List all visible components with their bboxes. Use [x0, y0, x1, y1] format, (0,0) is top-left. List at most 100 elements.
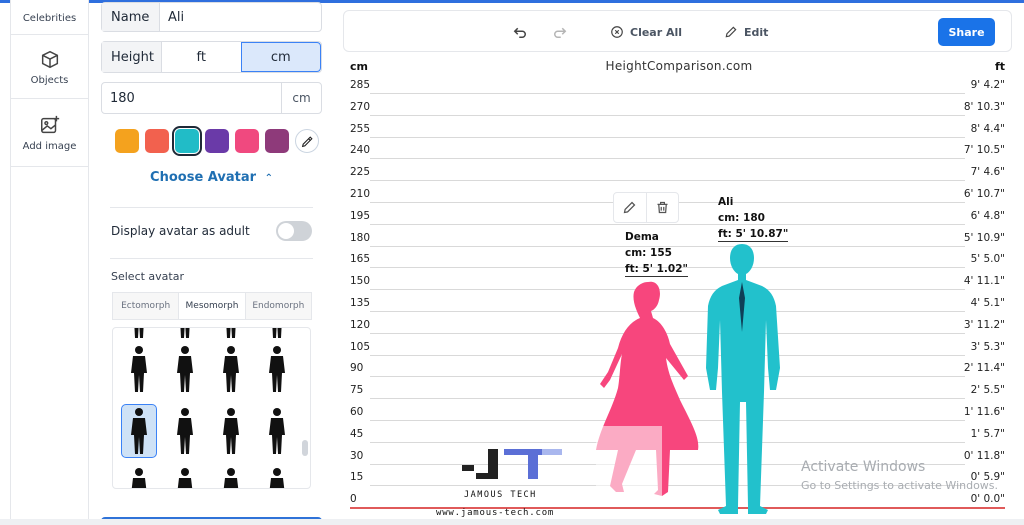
cm-tick-label: 0 [350, 493, 357, 506]
ft-tick-label: 5' 5.0" [970, 253, 1005, 266]
tab-ectomorph[interactable]: Ectomorph [113, 293, 178, 319]
choose-avatar-toggle[interactable]: Choose Avatar ⌃ [101, 170, 322, 185]
height-gridline [370, 114, 965, 116]
trash-icon [657, 201, 668, 214]
left-unit-header: cm [350, 60, 368, 73]
avatar-option[interactable] [121, 464, 157, 488]
ft-tick-label: 5' 10.9" [963, 231, 1005, 244]
height-unit-label: cm [281, 83, 321, 113]
height-gridline [370, 223, 965, 225]
pencil-icon [725, 26, 737, 38]
cm-tick-label: 285 [350, 79, 371, 91]
nav-celebrities[interactable]: Celebrities [11, 0, 88, 35]
avatar-grid-scrollbar[interactable] [302, 440, 308, 456]
edit-button[interactable]: Edit [724, 25, 768, 39]
color-swatch[interactable] [235, 129, 259, 153]
avatar-silhouette-icon [223, 468, 239, 488]
tab-endomorph[interactable]: Endomorph [246, 293, 311, 319]
clear-all-button[interactable]: Clear All [610, 25, 682, 39]
cm-tick-label: 180 [350, 231, 371, 244]
avatar-option[interactable] [259, 464, 295, 488]
height-gridline [370, 93, 965, 94]
avatar-option[interactable] [213, 464, 249, 488]
avatar-option[interactable] [121, 404, 157, 458]
cm-tick-label: 240 [350, 144, 371, 157]
avatar-option[interactable] [167, 328, 203, 342]
color-swatch[interactable] [205, 129, 229, 153]
cm-tick-label: 120 [350, 318, 371, 331]
color-swatch[interactable] [115, 129, 139, 153]
side-nav: Celebrities Objects Add image [10, 0, 89, 525]
cube-icon [41, 50, 58, 68]
height-gridline [370, 136, 965, 138]
name-input[interactable]: Ali [160, 3, 321, 31]
pencil-icon [623, 201, 636, 214]
height-value-row: 180 cm [101, 82, 322, 114]
ft-tick-label: 2' 5.5" [970, 384, 1005, 397]
ft-tick-label: 0' 11.8" [963, 449, 1005, 462]
avatar-option[interactable] [167, 404, 203, 458]
cm-tick-label: 150 [350, 275, 371, 288]
ali-silhouette [706, 244, 780, 514]
nav-objects-label: Objects [30, 74, 69, 86]
eyedropper-icon [301, 135, 313, 147]
display-adult-label: Display avatar as adult [111, 224, 250, 238]
cm-tick-label: 75 [350, 384, 364, 397]
cm-tick-label: 60 [350, 406, 364, 418]
avatar-option[interactable] [167, 464, 203, 488]
right-unit-header: ft [994, 60, 1005, 73]
nav-add-image[interactable]: Add image [11, 99, 88, 167]
avatar-option[interactable] [259, 342, 295, 396]
site-name: HeightComparison.com [605, 59, 753, 73]
cm-tick-label: 135 [350, 297, 371, 309]
nav-add-image-label: Add image [22, 140, 77, 152]
dema-label: Dema cm: 155 ft: 5' 1.02" [625, 229, 688, 277]
redo-icon[interactable] [551, 23, 569, 41]
person-actions [613, 192, 679, 223]
ft-tick-label: 1' 11.6" [963, 406, 1005, 418]
avatar-option[interactable] [213, 404, 249, 458]
cm-tick-label: 255 [350, 122, 371, 135]
ft-tick-label: 6' 10.7" [963, 188, 1005, 200]
color-picker-button[interactable] [295, 129, 319, 153]
ft-tick-label: 8' 4.4" [970, 122, 1005, 135]
unit-ft-button[interactable]: ft [162, 42, 241, 72]
avatar-silhouette-icon [131, 346, 147, 392]
display-adult-row: Display avatar as adult [111, 221, 312, 241]
person-dema-figure[interactable] [596, 278, 700, 506]
avatar-option[interactable] [121, 328, 157, 342]
avatar-option[interactable] [259, 328, 295, 342]
share-button[interactable]: Share [938, 18, 995, 46]
display-adult-switch[interactable] [276, 221, 312, 241]
avatar-option[interactable] [121, 342, 157, 396]
ft-tick-label: 7' 4.6" [970, 166, 1005, 179]
nav-objects[interactable]: Objects [11, 35, 88, 99]
avatar-option[interactable] [213, 328, 249, 342]
add-image-icon [40, 115, 59, 133]
cm-tick-label: 90 [350, 362, 364, 375]
color-swatches [115, 126, 319, 156]
dema-overlay-tile [596, 426, 662, 506]
unit-cm-button[interactable]: cm [240, 42, 321, 72]
height-input[interactable]: 180 [102, 83, 281, 113]
edit-person-button[interactable] [614, 193, 647, 222]
avatar-option[interactable] [167, 342, 203, 396]
ft-tick-label: 8' 10.3" [963, 100, 1005, 113]
tab-mesomorph[interactable]: Mesomorph [178, 293, 246, 319]
avatar-option[interactable] [259, 404, 295, 458]
edit-label: Edit [744, 25, 769, 39]
avatar-silhouette-icon [226, 328, 236, 338]
avatar-option[interactable] [213, 342, 249, 396]
cm-tick-label: 15 [350, 471, 364, 484]
dema-cm: cm: 155 [625, 247, 672, 259]
cm-tick-label: 195 [350, 209, 371, 222]
color-swatch[interactable] [265, 129, 289, 153]
delete-person-button[interactable] [647, 193, 679, 222]
canvas-toolbar: Clear All Edit Share [343, 10, 1012, 52]
divider [110, 258, 313, 259]
person-ali-figure[interactable] [700, 240, 784, 514]
ft-tick-label: 1' 5.7" [970, 427, 1005, 440]
undo-icon[interactable] [511, 23, 529, 41]
color-swatch[interactable] [145, 129, 169, 153]
color-swatch[interactable] [172, 126, 202, 156]
